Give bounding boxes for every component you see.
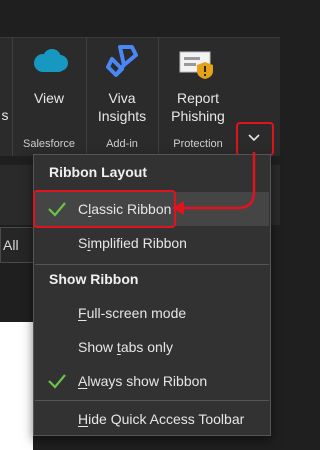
report-phishing-icon [179, 51, 213, 79]
all-tab-partial[interactable]: All [0, 227, 36, 263]
menu-item-show-tabs-only[interactable]: Show tabs only [35, 330, 269, 364]
view-button[interactable]: View [12, 38, 86, 134]
group-label-salesforce: Salesforce [23, 138, 75, 150]
always-show-label: Always show Ribbon [78, 373, 208, 389]
checkmark-icon [48, 374, 66, 389]
document-area [0, 322, 33, 450]
menu-item-hide-quick-access-toolbar[interactable]: Hide Quick Access Toolbar [35, 402, 269, 436]
ribbon-group-addin: Viva Insights Add-in [86, 38, 159, 156]
report-phishing-button[interactable]: Report Phishing [158, 38, 238, 134]
viva-insights-button[interactable]: Viva Insights [86, 38, 158, 134]
report-phishing-line2: Phishing [171, 108, 225, 124]
menu-header-ribbon-layout: Ribbon Layout [49, 164, 147, 180]
hide-qat-label: Hide Quick Access Toolbar [78, 411, 245, 427]
viva-insights-line1: Viva [108, 90, 136, 106]
menu-item-always-show-ribbon[interactable]: Always show Ribbon [35, 364, 269, 398]
salesforce-cloud-icon [34, 49, 68, 72]
ribbon-group-protection: Report Phishing Protection [158, 38, 238, 156]
annotation-arrow-icon [172, 152, 256, 215]
group-label-addin: Add-in [106, 138, 138, 150]
simplified-ribbon-label: Simplified Ribbon [78, 235, 187, 251]
viva-insights-icon [106, 45, 138, 77]
viva-insights-line2: Insights [97, 108, 147, 124]
show-tabs-only-label: Show tabs only [78, 339, 173, 355]
partial-button-label: s [1, 107, 9, 123]
group-label-protection: Protection [173, 138, 223, 150]
all-tab-label: All [3, 237, 19, 253]
menu-item-simplified-ribbon[interactable]: Simplified Ribbon [35, 226, 269, 260]
menu-header-show-ribbon: Show Ribbon [49, 271, 139, 287]
menu-item-full-screen-mode[interactable]: Full-screen mode [35, 296, 269, 330]
report-phishing-line1: Report [176, 90, 220, 106]
view-button-label: View [33, 90, 65, 106]
full-screen-label: Full-screen mode [78, 305, 187, 321]
annotation-box-classic-ribbon [33, 190, 176, 228]
menu-separator [35, 400, 269, 401]
ribbon-group-salesforce: View Salesforce [12, 38, 87, 156]
menu-separator [35, 264, 269, 265]
